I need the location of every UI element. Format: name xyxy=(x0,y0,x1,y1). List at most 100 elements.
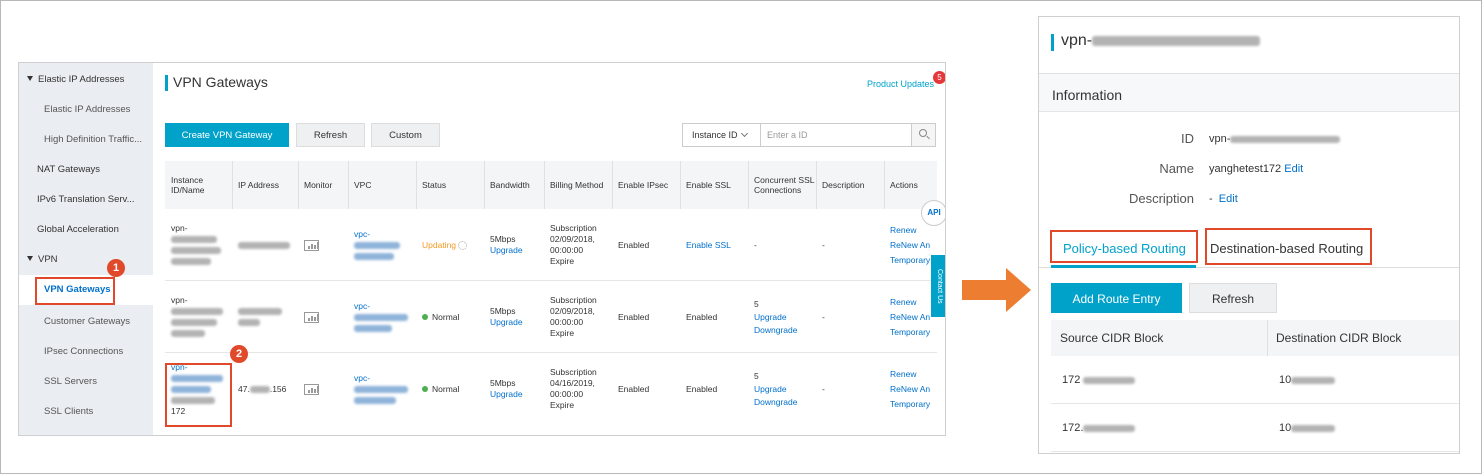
sidebar: Elastic IP Addresses Elastic IP Addresse… xyxy=(19,63,153,435)
cell-description: - xyxy=(822,383,825,394)
sidebar-item-ssl-clients[interactable]: SSL Clients xyxy=(19,397,153,427)
status-dot-icon xyxy=(422,386,428,393)
updates-count-badge: 5 xyxy=(933,71,945,84)
add-route-entry-button[interactable]: Add Route Entry xyxy=(1051,283,1182,313)
renew-auto-link[interactable]: ReNew An xyxy=(890,240,937,251)
renew-auto-link[interactable]: ReNew An xyxy=(890,312,937,323)
api-float-button[interactable]: API xyxy=(921,200,945,226)
cell-billing: Subscription 02/09/2018, 00:00:00 Expire xyxy=(550,295,597,338)
sidebar-item-high-definition-traffic[interactable]: High Definition Traffic... xyxy=(19,125,153,155)
ssl-upgrade-link[interactable]: Upgrade xyxy=(754,312,816,323)
sidebar-item-global-acceleration[interactable]: Global Acceleration xyxy=(19,215,153,245)
cell-vpc: vpc- xyxy=(348,353,416,425)
cell-description: - xyxy=(822,311,825,322)
search-button[interactable] xyxy=(911,124,935,146)
enable-ssl-link[interactable]: Enable SSL xyxy=(686,240,748,251)
refresh-routes-button[interactable]: Refresh xyxy=(1189,283,1277,313)
col-monitor: Monitor xyxy=(304,180,333,190)
cell-status: Updating xyxy=(416,209,484,281)
cell-instance: vpn- xyxy=(165,281,231,353)
col-vpc: VPC xyxy=(354,180,372,190)
monitor-chart-icon[interactable] xyxy=(304,239,319,251)
callout-box-policy-routing xyxy=(1050,230,1198,263)
col-billing-method: Billing Method xyxy=(550,180,604,190)
sidebar-item-ipv6-translation[interactable]: IPv6 Translation Serv... xyxy=(19,185,153,215)
temporary-link[interactable]: Temporary xyxy=(890,327,937,338)
temporary-link[interactable]: Temporary xyxy=(890,399,937,410)
status-normal: Normal xyxy=(432,311,460,322)
sidebar-item-customer-gateways[interactable]: Customer Gateways xyxy=(19,307,153,337)
callout-box-vpn-gateways xyxy=(35,277,115,305)
refresh-button[interactable]: Refresh xyxy=(296,123,365,147)
renew-link[interactable]: Renew xyxy=(890,225,937,236)
callout-box-destination-routing xyxy=(1205,228,1372,265)
vpn-gateway-table: Instance ID/Name IP Address Monitor VPC … xyxy=(165,161,937,435)
cell-monitor xyxy=(298,209,348,281)
cell-ssl: Enabled xyxy=(686,311,718,322)
status-dot-icon xyxy=(422,314,428,321)
search-filter-select[interactable]: Instance ID xyxy=(683,124,761,146)
cell-ipsec: Enabled xyxy=(618,383,650,394)
custom-button[interactable]: Custom xyxy=(371,123,440,147)
destination-cidr-cell: 10 xyxy=(1279,356,1336,404)
col-source-cidr: Source CIDR Block xyxy=(1060,331,1164,345)
vpc-link[interactable]: vpc- xyxy=(354,301,416,312)
vpc-link[interactable]: vpc- xyxy=(354,229,416,240)
col-description: Description xyxy=(822,180,865,190)
ssl-upgrade-link[interactable]: Upgrade xyxy=(754,384,816,395)
edit-name-link[interactable]: Edit xyxy=(1284,163,1303,175)
cell-ssl: Enabled xyxy=(686,383,718,394)
destination-cidr-cell: 10 xyxy=(1279,404,1336,452)
table-row: 172. 10 xyxy=(1051,404,1459,452)
sidebar-item-nat-gateways[interactable]: NAT Gateways xyxy=(19,155,153,185)
table-row: vpn- 172 47. .156 vpc- Normal 5Mbps Upgrad… xyxy=(165,353,937,425)
sidebar-item-elastic-ip-addresses[interactable]: Elastic IP Addresses xyxy=(19,95,153,125)
table-row: 172 10 xyxy=(1051,356,1459,404)
col-status: Status xyxy=(422,180,447,190)
sidebar-item-ipsec-connections[interactable]: IPsec Connections xyxy=(19,337,153,367)
ssl-downgrade-link[interactable]: Downgrade xyxy=(754,325,816,336)
callout-badge-2: 2 xyxy=(230,345,248,363)
cell-instance: vpn- xyxy=(165,209,231,281)
cell-vpc: vpc- xyxy=(348,209,416,281)
sidebar-group-elastic-ip[interactable]: Elastic IP Addresses xyxy=(19,65,153,95)
monitor-chart-icon[interactable] xyxy=(304,383,319,395)
temporary-link[interactable]: Temporary xyxy=(890,255,937,266)
cell-ipsec: Enabled xyxy=(618,239,650,250)
vpc-link[interactable]: vpc- xyxy=(354,373,416,384)
active-tab-indicator xyxy=(1051,265,1196,268)
contact-us-tab[interactable]: Contact Us xyxy=(931,255,945,317)
upgrade-link[interactable]: Upgrade xyxy=(490,245,544,256)
search-input[interactable]: Enter a ID xyxy=(767,124,808,146)
title-accent-bar xyxy=(165,75,168,91)
cell-ssl-connections: 5 Upgrade Downgrade xyxy=(748,353,816,425)
cell-bandwidth: 5Mbps Upgrade xyxy=(484,209,544,281)
upgrade-link[interactable]: Upgrade xyxy=(490,317,544,328)
table-header: Instance ID/Name IP Address Monitor VPC … xyxy=(165,161,937,209)
cell-billing: Subscription 02/09/2018, 00:00:00 Expire xyxy=(550,223,597,266)
col-bandwidth: Bandwidth xyxy=(490,180,530,190)
ssl-downgrade-link[interactable]: Downgrade xyxy=(754,397,816,408)
cell-ip xyxy=(232,281,298,353)
sidebar-group-vpn[interactable]: VPN xyxy=(19,245,153,275)
col-ip-address: IP Address xyxy=(238,180,279,190)
description-value: - Edit xyxy=(1209,193,1238,205)
sidebar-item-ssl-servers[interactable]: SSL Servers xyxy=(19,367,153,397)
renew-link[interactable]: Renew xyxy=(890,369,937,380)
upgrade-link[interactable]: Upgrade xyxy=(490,389,544,400)
col-enable-ssl: Enable SSL xyxy=(686,180,731,190)
edit-description-link[interactable]: Edit xyxy=(1219,193,1238,205)
search-bar: Instance ID Enter a ID xyxy=(682,123,936,147)
renew-link[interactable]: Renew xyxy=(890,297,937,308)
status-updating: Updating xyxy=(422,239,457,250)
monitor-chart-icon[interactable] xyxy=(304,311,319,323)
table-row: vpn- vpc- Normal 5Mbps Upgrade Subscripti… xyxy=(165,281,937,353)
cell-monitor xyxy=(298,353,348,425)
product-updates-link[interactable]: Product Updates xyxy=(867,79,934,89)
renew-auto-link[interactable]: ReNew An xyxy=(890,384,937,395)
create-vpn-gateway-button[interactable]: Create VPN Gateway xyxy=(165,123,289,147)
title-accent-bar xyxy=(1051,34,1054,51)
cell-ip xyxy=(232,209,298,281)
source-cidr-cell: 172 xyxy=(1062,356,1136,404)
table-row: vpn- vpc- Updating 5Mbps Upgrade Subscrip… xyxy=(165,209,937,281)
